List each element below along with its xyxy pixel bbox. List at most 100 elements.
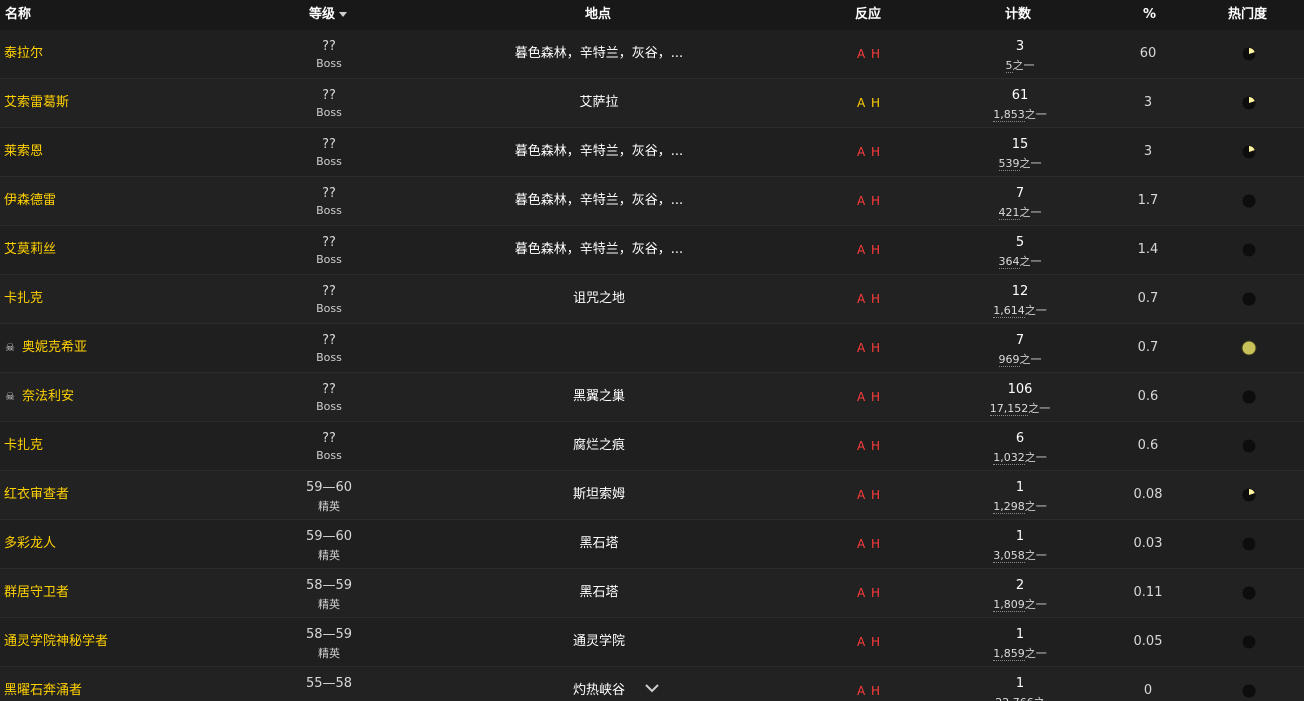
npc-name-label: 卡扎克	[4, 291, 44, 306]
npc-name-link[interactable]: 莱索恩	[4, 128, 43, 176]
table-row[interactable]: 艾莫莉丝?? Boss 暮色森林，辛特兰，灰谷，... A H 5 364之一 1.4	[0, 226, 1304, 275]
count-cell: 7 969之一	[970, 324, 1070, 372]
column-header-count[interactable]: 计数	[1005, 0, 1031, 30]
zone-link[interactable]: 黑石塔	[460, 569, 738, 617]
reaction-alliance: A	[856, 194, 867, 208]
npc-name-link[interactable]: ☠ 奈法利安	[4, 373, 74, 421]
count-total-number[interactable]: 3,058	[993, 549, 1025, 563]
table-row[interactable]: 多彩龙人 59—60 精英 黑石塔 A H 1 3,058之一 0.03	[0, 520, 1304, 569]
percent-value: 0	[1143, 683, 1153, 698]
npc-name-link[interactable]: ☠ 奥妮克希亚	[4, 324, 87, 372]
zone-link[interactable]: 腐烂之痕	[460, 422, 738, 470]
zone-link[interactable]: 暮色森林，辛特兰，灰谷，...	[460, 30, 738, 78]
column-header-name[interactable]: 名称	[5, 0, 31, 30]
column-header-zone[interactable]: 地点	[585, 0, 611, 30]
count-total-number[interactable]: 1,853	[993, 108, 1025, 122]
zone-link[interactable]: 诅咒之地	[460, 275, 738, 323]
count-total: 5之一	[970, 57, 1070, 73]
percent-value: 0.08	[1133, 487, 1163, 502]
npc-name-link[interactable]: 通灵学院神秘学者	[4, 618, 108, 666]
count-total-number[interactable]: 1,032	[993, 451, 1025, 465]
column-header-popularity[interactable]: 热门度	[1228, 0, 1267, 30]
table-row[interactable]: 泰拉尔?? Boss 暮色森林，辛特兰，灰谷，... A H 3 5之一 60	[0, 30, 1304, 79]
level-value: ??	[322, 431, 336, 446]
count-total-number[interactable]: 1,859	[993, 647, 1025, 661]
table-row[interactable]: ☠ 奈法利安?? Boss 黑翼之巢 A H 106 17,152之一 0.6	[0, 373, 1304, 422]
column-header-name-label: 名称	[5, 7, 32, 22]
table-row[interactable]: 群居守卫者 58—59 精英 黑石塔 A H 2 1,809之一 0.11	[0, 569, 1304, 618]
count-cell: 15 539之一	[970, 128, 1070, 176]
popularity-pie-icon	[1241, 242, 1257, 258]
column-header-react[interactable]: 反应	[855, 0, 881, 30]
level-value: 58—59	[305, 627, 353, 642]
reaction-alliance: A	[856, 96, 867, 110]
count-value: 6	[1015, 431, 1025, 446]
count-cell: 12 1,614之一	[970, 275, 1070, 323]
zone-link[interactable]: 灼热峡谷	[460, 667, 738, 701]
classification-label: Boss	[316, 204, 342, 217]
count-total: 969之一	[970, 351, 1070, 367]
level-cell: ?? Boss	[279, 275, 379, 323]
npc-name-link[interactable]: 泰拉尔	[4, 30, 43, 78]
classification-label: Boss	[316, 449, 342, 462]
column-header-popularity-label: 热门度	[1228, 7, 1268, 22]
level-value: ??	[322, 186, 336, 201]
table-row[interactable]: ☠ 奥妮克希亚?? Boss A H 7 969之一 0.7	[0, 324, 1304, 373]
count-total-number[interactable]: 421	[998, 206, 1020, 220]
reaction-cell: A H	[830, 520, 908, 568]
count-total-suffix: 之	[1034, 696, 1045, 701]
table-row[interactable]: 伊森德雷?? Boss 暮色森林，辛特兰，灰谷，... A H 7 421之一 1.7	[0, 177, 1304, 226]
npc-name-link[interactable]: 红衣审查者	[4, 471, 69, 519]
zone-link[interactable]: 艾萨拉	[460, 79, 738, 127]
reaction-horde: H	[871, 243, 882, 257]
zone-link[interactable]: 暮色森林，辛特兰，灰谷，...	[460, 128, 738, 176]
npc-name-link[interactable]: 卡扎克	[4, 275, 43, 323]
count-value: 15	[1011, 137, 1029, 152]
popularity-pie-icon	[1241, 340, 1257, 356]
count-total-number[interactable]: 364	[998, 255, 1020, 269]
zone-link[interactable]: 斯坦索姆	[460, 471, 738, 519]
table-row[interactable]: 艾索雷葛斯?? Boss 艾萨拉 A H 61 1,853之一 3	[0, 79, 1304, 128]
count-total-number[interactable]: 1,809	[993, 598, 1025, 612]
percent-value: 0.03	[1133, 536, 1163, 551]
classification-label: Boss	[316, 106, 342, 119]
npc-name-label: 红衣审查者	[4, 487, 70, 502]
column-header-level[interactable]: 等级	[309, 0, 348, 30]
npc-name-link[interactable]: 黑曜石奔涌者	[4, 667, 82, 701]
npc-name-link[interactable]: 伊森德雷	[4, 177, 56, 225]
count-total-number[interactable]: 539	[998, 157, 1020, 171]
count-total-suffix: 之一	[1024, 451, 1047, 464]
count-value: 7	[1015, 186, 1025, 201]
zone-link[interactable]: 通灵学院	[460, 618, 738, 666]
zone-link[interactable]: 黑翼之巢	[460, 373, 738, 421]
table-row[interactable]: 卡扎克?? Boss 腐烂之痕 A H 6 1,032之一 0.6	[0, 422, 1304, 471]
column-header-percent[interactable]: %	[1143, 0, 1156, 30]
count-total-number[interactable]: 969	[998, 353, 1020, 367]
table-row[interactable]: 通灵学院神秘学者 58—59 精英 通灵学院 A H 1 1,859之一 0.05	[0, 618, 1304, 667]
npc-name-link[interactable]: 多彩龙人	[4, 520, 56, 568]
npc-name-link[interactable]: 艾索雷葛斯	[4, 79, 69, 127]
npc-name-label: 艾索雷葛斯	[4, 95, 70, 110]
count-total-number[interactable]: 22,766	[995, 696, 1034, 701]
count-total-number[interactable]: 5	[1005, 59, 1013, 73]
npc-name-link[interactable]: 卡扎克	[4, 422, 43, 470]
table-row[interactable]: 卡扎克?? Boss 诅咒之地 A H 12 1,614之一 0.7	[0, 275, 1304, 324]
zone-link[interactable]: 黑石塔	[460, 520, 738, 568]
zone-link[interactable]: 暮色森林，辛特兰，灰谷，...	[460, 177, 738, 225]
popularity-pie-icon	[1241, 585, 1257, 601]
zone-link[interactable]	[460, 324, 738, 372]
npc-name-label: 奈法利安	[22, 389, 75, 404]
count-total-number[interactable]: 17,152	[989, 402, 1029, 416]
popularity-pie-icon	[1241, 291, 1257, 307]
classification-label: Boss	[316, 253, 342, 266]
classification-label: Boss	[316, 57, 342, 70]
chevron-down-icon[interactable]	[643, 680, 661, 694]
table-row[interactable]: 莱索恩?? Boss 暮色森林，辛特兰，灰谷，... A H 15 539之一 3	[0, 128, 1304, 177]
count-total-number[interactable]: 1,298	[993, 500, 1025, 514]
reaction-cell: A H	[830, 471, 908, 519]
table-row[interactable]: 红衣审查者 59—60 精英 斯坦索姆 A H 1 1,298之一 0.08	[0, 471, 1304, 520]
zone-link[interactable]: 暮色森林，辛特兰，灰谷，...	[460, 226, 738, 274]
count-total-number[interactable]: 1,614	[993, 304, 1025, 318]
npc-name-link[interactable]: 群居守卫者	[4, 569, 69, 617]
npc-name-link[interactable]: 艾莫莉丝	[4, 226, 56, 274]
